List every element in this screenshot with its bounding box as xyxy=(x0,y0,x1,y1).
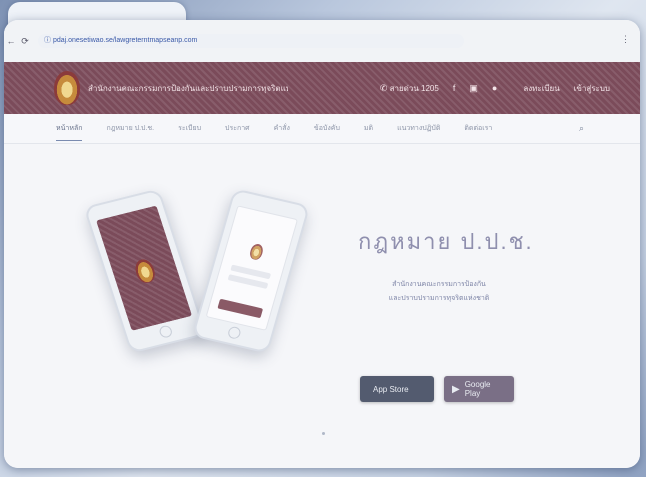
search-icon[interactable]: ⌕ xyxy=(579,123,584,134)
hero-subtitle: สำนักงานคณะกรรมการป้องกัน และปราบปรามการ… xyxy=(364,278,514,306)
home-button-icon xyxy=(226,325,242,340)
main-nav: หน้าหลัก กฎหมาย ป.ป.ช. ระเบียบ ประกาศ คำ… xyxy=(4,114,640,144)
browser-window: ← ⟳ ⓘ pdaj.onesetiwao.se/lawgreterntmaps… xyxy=(4,20,640,468)
register-link[interactable]: ลงทะเบียน xyxy=(523,82,559,95)
mock-login-button xyxy=(217,298,264,319)
site-name: สำนักงานคณะกรรมการป้องกันและปราบปรามการท… xyxy=(88,83,288,93)
youtube-icon[interactable]: ▣ xyxy=(469,83,478,94)
menu-icon[interactable]: ⋮ xyxy=(621,34,630,45)
phone-number: สายด่วน 1205 xyxy=(389,83,439,93)
slide-indicator[interactable] xyxy=(322,432,325,435)
nav-item-resolutions[interactable]: มติ xyxy=(364,123,373,134)
play-icon: ▶ xyxy=(452,383,460,395)
phone-screen-splash xyxy=(95,205,193,331)
phone-link[interactable]: ✆ สายด่วน 1205 xyxy=(380,82,439,95)
nav-item-home[interactable]: หน้าหลัก xyxy=(56,123,83,141)
hero-subtitle-line: สำนักงานคณะกรรมการป้องกัน xyxy=(392,281,486,288)
app-logo xyxy=(132,257,158,285)
app-store-button[interactable]: App Store xyxy=(360,376,434,402)
reload-icon[interactable]: ⟳ xyxy=(18,36,32,47)
hero-section: กฎหมาย ป.ป.ช. สำนักงานคณะกรรมการป้องกัน … xyxy=(4,144,640,468)
user-icon[interactable]: ● xyxy=(492,83,497,93)
phone-screen-login xyxy=(205,205,299,331)
google-play-button[interactable]: ▶ Google Play xyxy=(444,376,514,402)
nav-item-announcements[interactable]: ประกาศ xyxy=(225,123,250,134)
arrow-left-icon[interactable]: ← xyxy=(4,36,18,46)
app-store-label: App Store xyxy=(373,384,409,394)
site-logo[interactable] xyxy=(54,71,80,105)
nav-item-law[interactable]: กฎหมาย ป.ป.ช. xyxy=(106,123,154,134)
hero-title: กฎหมาย ป.ป.ช. xyxy=(358,229,534,254)
nav-item-guidelines[interactable]: แนวทางปฏิบัติ xyxy=(397,123,440,134)
facebook-icon[interactable]: f xyxy=(453,83,456,93)
address-bar: ← ⟳ ⓘ pdaj.onesetiwao.se/lawgreterntmaps… xyxy=(4,20,640,62)
app-logo-small xyxy=(248,242,265,261)
nav-item-regulations[interactable]: ระเบียบ xyxy=(178,123,201,134)
nav-item-rules[interactable]: ข้อบังคับ xyxy=(314,123,340,134)
site-header: สำนักงานคณะกรรมการป้องกันและปราบปรามการท… xyxy=(4,62,640,114)
hero-subtitle-line: และปราบปรามการทุจริตแห่งชาติ xyxy=(388,295,490,302)
phone-icon: ✆ xyxy=(379,82,388,93)
header-contact: ✆ สายด่วน 1205 f ▣ ● ลงทะเบียน เข้าสู่ระ… xyxy=(380,82,610,95)
phone-mockup-right xyxy=(191,188,311,354)
home-button-icon xyxy=(158,324,174,339)
nav-item-orders[interactable]: คำสั่ง xyxy=(274,123,290,134)
phone-mockup-left xyxy=(83,188,207,354)
login-link[interactable]: เข้าสู่ระบบ xyxy=(574,82,610,95)
nav-item-contact[interactable]: ติดต่อเรา xyxy=(464,123,492,134)
google-play-label: Google Play xyxy=(464,380,491,398)
url-field[interactable]: ⓘ pdaj.onesetiwao.se/lawgreterntmapseanp… xyxy=(38,34,464,48)
